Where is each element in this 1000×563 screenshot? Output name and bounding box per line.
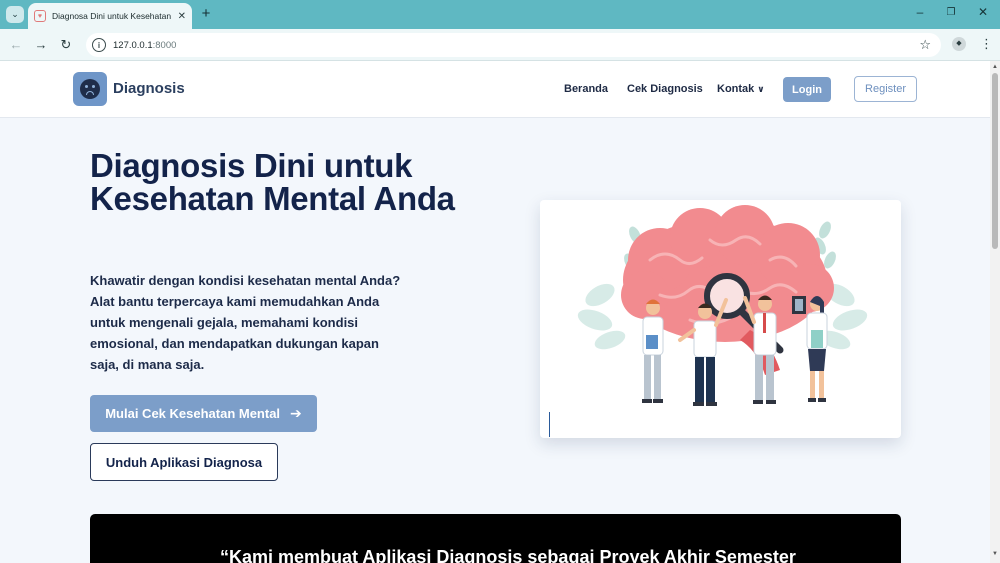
address-input[interactable]: i 127.0.0.1:8000 ☆ bbox=[86, 33, 941, 57]
forward-icon[interactable]: → bbox=[33, 37, 49, 52]
hero-illustration bbox=[540, 200, 901, 438]
quote-section: “Kami membuat Aplikasi Diagnosis sebagai… bbox=[90, 514, 901, 563]
nav-link-cek-diagnosis[interactable]: Cek Diagnosis bbox=[627, 83, 703, 95]
reload-icon[interactable]: ↻ bbox=[58, 37, 74, 53]
minimize-icon[interactable]: – bbox=[910, 5, 930, 19]
browser-tab[interactable]: ♥ Diagnosa Dini untuk Kesehatan M ✕ bbox=[28, 3, 192, 29]
scroll-down-icon[interactable]: ▼ bbox=[992, 551, 998, 557]
url-text: 127.0.0.1:8000 bbox=[113, 39, 177, 51]
start-check-label: Mulai Cek Kesehatan Mental bbox=[105, 406, 281, 421]
nav-link-kontak-label: Kontak bbox=[717, 83, 755, 95]
nav-link-beranda[interactable]: Beranda bbox=[564, 83, 608, 95]
browser-tab-bar: ⌄ ♥ Diagnosa Dini untuk Kesehatan M ✕ + … bbox=[0, 0, 1000, 29]
new-tab-button[interactable]: + bbox=[198, 6, 214, 22]
browser-menu-icon[interactable]: ⋮ bbox=[980, 36, 993, 52]
logo[interactable] bbox=[73, 72, 107, 106]
download-app-button[interactable]: Unduh Aplikasi Diagnosa bbox=[90, 443, 278, 481]
chevron-down-icon: ∨ bbox=[757, 84, 765, 94]
browser-toolbar: ← → ↻ i 127.0.0.1:8000 ☆ bbox=[0, 29, 1000, 61]
scroll-up-icon[interactable]: ▲ bbox=[992, 64, 998, 70]
sad-face-icon bbox=[80, 79, 100, 99]
tab-title: Diagnosa Dini untuk Kesehatan M bbox=[52, 11, 174, 21]
restore-icon[interactable]: ❐ bbox=[941, 7, 961, 18]
login-button[interactable]: Login bbox=[783, 77, 831, 102]
bookmark-star-icon[interactable]: ☆ bbox=[919, 37, 931, 53]
text-cursor bbox=[549, 412, 550, 437]
site-info-icon[interactable]: i bbox=[92, 38, 106, 52]
start-check-button[interactable]: Mulai Cek Kesehatan Mental ➔ bbox=[90, 395, 317, 432]
extension-icon[interactable]: ◆ bbox=[952, 37, 966, 51]
register-button[interactable]: Register bbox=[854, 76, 917, 102]
tab-search-button[interactable]: ⌄ bbox=[6, 6, 24, 23]
arrow-right-icon: ➔ bbox=[290, 405, 302, 421]
scrollbar-thumb[interactable] bbox=[992, 73, 998, 249]
tab-close-icon[interactable]: ✕ bbox=[178, 11, 186, 22]
close-window-icon[interactable]: ✕ bbox=[973, 5, 993, 19]
site-favicon-icon: ♥ bbox=[34, 10, 46, 22]
nav-link-kontak[interactable]: Kontak ∨ bbox=[717, 83, 765, 95]
hero-description: Khawatir dengan kondisi kesehatan mental… bbox=[90, 273, 401, 372]
brand-name[interactable]: Diagnosis bbox=[113, 80, 185, 97]
back-icon[interactable]: ← bbox=[8, 37, 24, 52]
brain-doctors-illustration bbox=[577, 205, 868, 406]
hero-title: Diagnosis Dini untuk Kesehatan Mental An… bbox=[90, 147, 455, 217]
page-viewport: Diagnosis Beranda Cek Diagnosis Kontak ∨ … bbox=[0, 61, 990, 563]
quote-text: “Kami membuat Aplikasi Diagnosis sebagai… bbox=[220, 547, 796, 563]
site-navbar: Diagnosis Beranda Cek Diagnosis Kontak ∨ … bbox=[0, 61, 990, 118]
